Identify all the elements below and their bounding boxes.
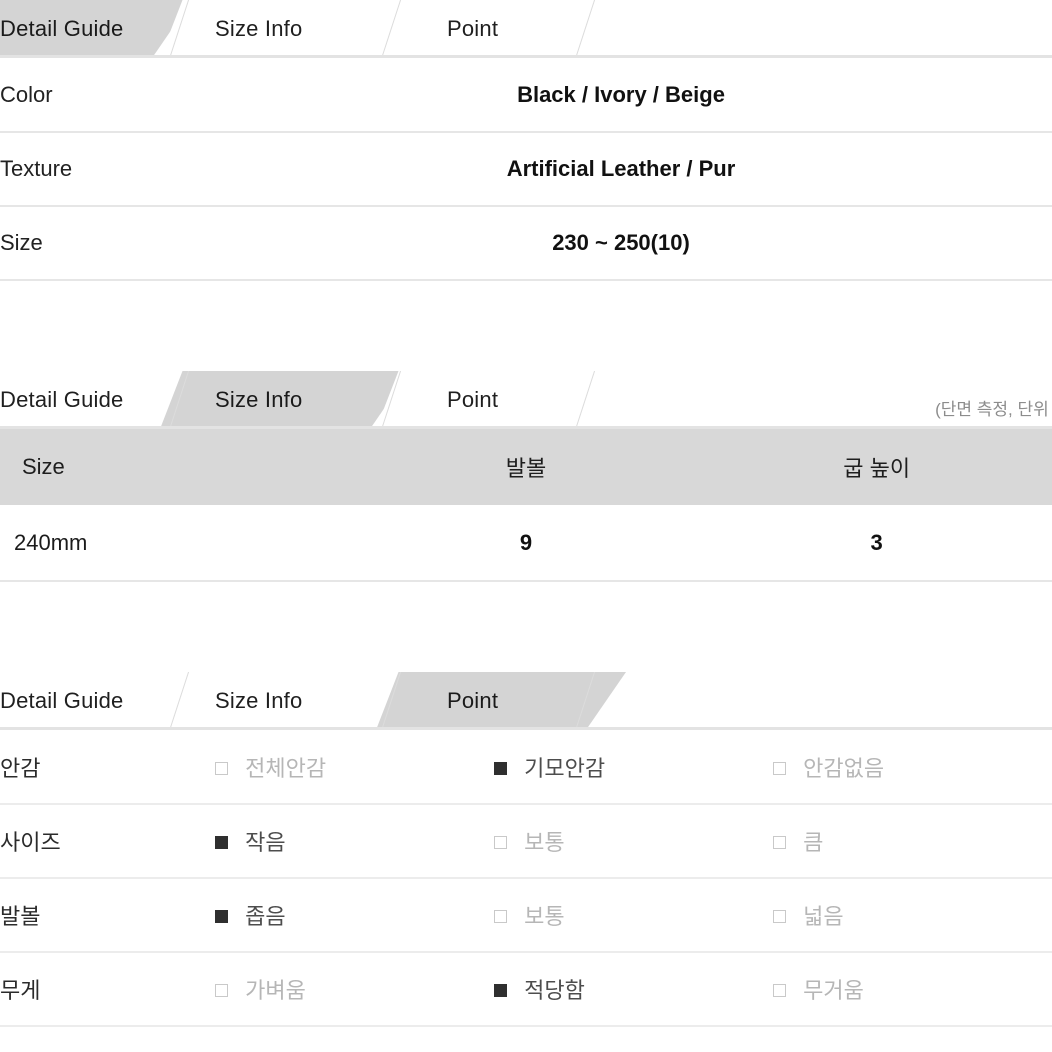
tab-point[interactable]: Point: [376, 672, 626, 730]
column-header-size: Size: [22, 454, 65, 479]
cell-size-value: 240mm: [0, 505, 351, 582]
point-option-weight-light[interactable]: 가벼움: [215, 952, 494, 1027]
point-option-label: 큼: [803, 830, 824, 855]
tab-size-info-label: Size Info: [215, 387, 303, 412]
size-info-table: Size 발볼 굽 높이 240mm 9 3: [0, 429, 1052, 582]
point-option-label: 무거움: [803, 978, 864, 1003]
column-header-ball-width: 발볼: [505, 456, 547, 481]
tab-detail-guide-label: Detail Guide: [0, 16, 124, 41]
product-detail-page: Detail Guide Size Info Point Color Black…: [0, 0, 1052, 1052]
point-option-weight-heavy[interactable]: 무거움: [773, 952, 1052, 1027]
point-option-weight-moderate[interactable]: 적당함: [494, 952, 773, 1027]
point-label-size: 사이즈: [0, 804, 215, 879]
empty-square-icon: [494, 910, 507, 923]
empty-square-icon: [215, 984, 228, 997]
section-gap: [0, 281, 1052, 371]
spec-label-texture: Texture: [0, 132, 190, 207]
point-label-ball-width: 발볼: [0, 878, 215, 953]
point-option-size-large[interactable]: 큼: [773, 804, 1052, 879]
spec-label-size: Size: [0, 206, 190, 281]
tab-detail-guide[interactable]: Detail Guide: [0, 371, 192, 429]
empty-square-icon: [215, 761, 228, 775]
point-label-weight: 무게: [0, 952, 215, 1027]
table-row: 사이즈 작음 보통 큼: [0, 804, 1052, 879]
point-option-label: 작음: [245, 830, 286, 855]
measurement-note: (단면 측정, 단위 c: [935, 400, 1052, 419]
point-option-label: 기모안감: [524, 755, 606, 781]
tab-point-label: Point: [447, 16, 499, 41]
point-option-label: 가벼움: [245, 978, 306, 1003]
tab-point[interactable]: Point: [376, 0, 626, 58]
empty-square-icon: [773, 836, 786, 849]
table-header-row: Size 발볼 굽 높이: [0, 429, 1052, 505]
empty-square-icon: [773, 761, 786, 775]
point-option-lining-none[interactable]: 안감없음: [773, 730, 1052, 805]
point-option-size-small[interactable]: 작음: [215, 804, 494, 879]
point-table: 안감 전체안감 기모안감 안감없음 사이즈 작음 보통 큼 발볼 좁음 보통 넓…: [0, 730, 1052, 1027]
cell-ball-width-value: 9: [350, 505, 702, 582]
point-option-width-normal[interactable]: 보통: [494, 878, 773, 953]
section-gap: [0, 582, 1052, 672]
point-option-label: 좁음: [245, 904, 286, 929]
tab-point-label: Point: [447, 688, 499, 713]
tab-size-info-label: Size Info: [215, 16, 303, 41]
cell-heel-height-value: 3: [701, 505, 1052, 582]
detail-guide-table: Color Black / Ivory / Beige Texture Arti…: [0, 58, 1052, 281]
column-header-heel-height: 굽 높이: [843, 456, 911, 481]
tabbar-detail-guide: Detail Guide Size Info Point: [0, 0, 1052, 58]
tab-detail-guide-label: Detail Guide: [0, 688, 124, 713]
point-option-label: 보통: [524, 904, 565, 929]
spec-value-color: Black / Ivory / Beige: [190, 58, 1052, 133]
filled-square-icon: [215, 836, 228, 849]
tab-detail-guide[interactable]: Detail Guide: [0, 672, 192, 730]
table-row: 240mm 9 3: [0, 505, 1052, 582]
tab-detail-guide[interactable]: Detail Guide: [0, 0, 192, 58]
table-row: 발볼 좁음 보통 넓음: [0, 878, 1052, 953]
table-row: Color Black / Ivory / Beige: [0, 58, 1052, 133]
point-option-label: 넓음: [803, 904, 844, 929]
tab-size-info-label: Size Info: [215, 688, 303, 713]
filled-square-icon: [494, 761, 507, 775]
tabbar-point: Detail Guide Size Info Point: [0, 672, 1052, 730]
empty-square-icon: [773, 984, 786, 997]
table-row: 무게 가벼움 적당함 무거움: [0, 952, 1052, 1027]
filled-square-icon: [215, 910, 228, 923]
point-option-label: 전체안감: [245, 755, 327, 781]
empty-square-icon: [494, 836, 507, 849]
tab-detail-guide-label: Detail Guide: [0, 387, 124, 412]
spec-value-texture: Artificial Leather / Pur: [190, 132, 1052, 207]
spec-value-size: 230 ~ 250(10): [190, 206, 1052, 281]
point-option-width-narrow[interactable]: 좁음: [215, 878, 494, 953]
point-label-lining: 안감: [0, 730, 215, 805]
point-option-lining-fleece[interactable]: 기모안감: [494, 730, 773, 805]
tab-size-info[interactable]: Size Info: [160, 0, 410, 58]
tabbar-size-info: Detail Guide Size Info Point: [0, 371, 1052, 429]
table-row: Texture Artificial Leather / Pur: [0, 132, 1052, 207]
filled-square-icon: [494, 984, 507, 997]
tab-size-info[interactable]: Size Info: [160, 672, 410, 730]
point-option-label: 보통: [524, 830, 565, 855]
point-option-lining-full[interactable]: 전체안감: [215, 730, 494, 805]
point-option-label: 안감없음: [803, 755, 885, 781]
table-row: Size 230 ~ 250(10): [0, 206, 1052, 281]
empty-square-icon: [773, 910, 786, 923]
tab-point-label: Point: [447, 387, 499, 412]
table-row: 안감 전체안감 기모안감 안감없음: [0, 730, 1052, 805]
point-option-size-normal[interactable]: 보통: [494, 804, 773, 879]
tab-size-info[interactable]: Size Info: [160, 371, 410, 429]
tab-point[interactable]: Point: [376, 371, 626, 429]
point-option-label: 적당함: [524, 978, 585, 1003]
point-option-width-wide[interactable]: 넓음: [773, 878, 1052, 953]
spec-label-color: Color: [0, 58, 190, 133]
